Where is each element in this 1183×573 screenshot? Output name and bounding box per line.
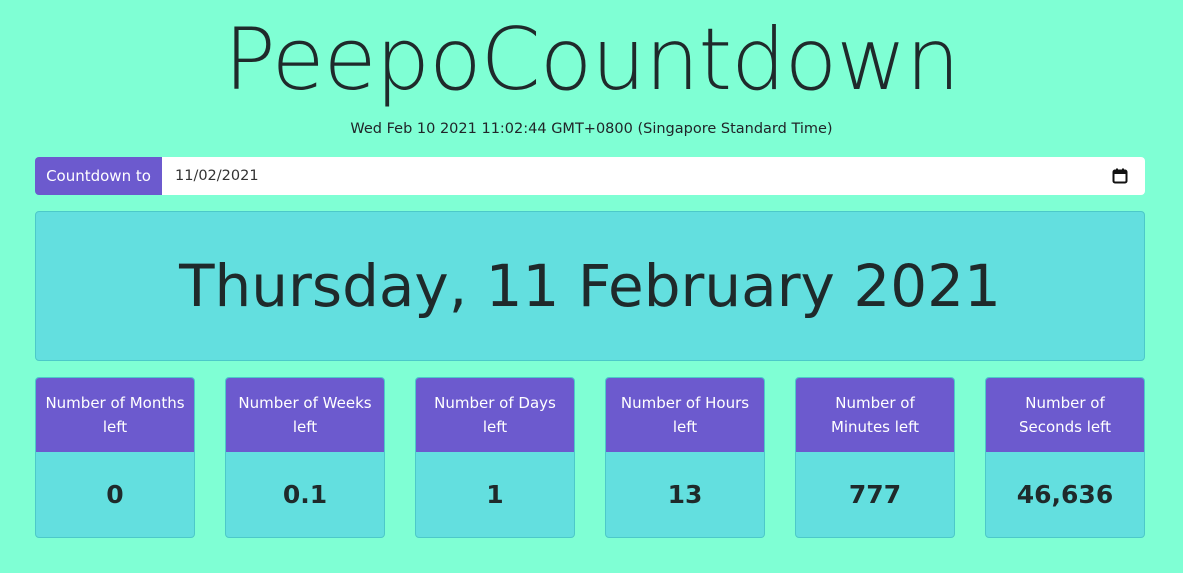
- card-header: Number of Months left: [36, 378, 194, 452]
- card-value: 0: [106, 480, 124, 509]
- card-value: 0.1: [282, 480, 328, 509]
- countdown-date-value: 11/02/2021: [175, 168, 259, 184]
- target-date-text: Thursday, 11 February 2021: [179, 252, 1001, 320]
- target-date-banner: Thursday, 11 February 2021: [35, 211, 1145, 361]
- page-title: PeepoCountdown: [223, 10, 960, 110]
- hours-left-card: Number of Hours left 13: [605, 377, 765, 538]
- card-header: Number of Hours left: [606, 378, 764, 452]
- weeks-left-card: Number of Weeks left 0.1: [225, 377, 385, 538]
- calendar-icon[interactable]: [1111, 167, 1129, 185]
- minutes-left-card: Number of Minutes left 777: [795, 377, 955, 538]
- seconds-left-card: Number of Seconds left 46,636: [985, 377, 1145, 538]
- card-value: 46,636: [1016, 480, 1114, 509]
- card-header: Number of Weeks left: [226, 378, 384, 452]
- countdown-to-label: Countdown to: [35, 157, 162, 195]
- card-header: Number of Minutes left: [796, 378, 954, 452]
- card-value: 13: [667, 480, 703, 509]
- countdown-date-input[interactable]: 11/02/2021: [162, 157, 1145, 195]
- months-left-card: Number of Months left 0: [35, 377, 195, 538]
- stats-cards: Number of Months left 0 Number of Weeks …: [35, 377, 1145, 538]
- card-header: Number of Seconds left: [986, 378, 1144, 452]
- countdown-input-group: Countdown to 11/02/2021: [35, 157, 1145, 195]
- card-value: 777: [848, 480, 902, 509]
- card-value: 1: [486, 480, 504, 509]
- days-left-card: Number of Days left 1: [415, 377, 575, 538]
- card-header: Number of Days left: [416, 378, 574, 452]
- current-time-text: Wed Feb 10 2021 11:02:44 GMT+0800 (Singa…: [350, 121, 833, 137]
